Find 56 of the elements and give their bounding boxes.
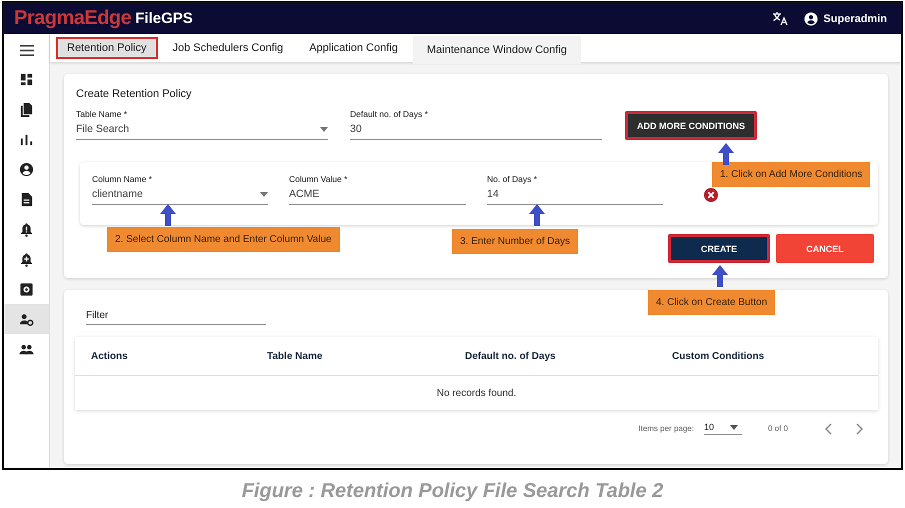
create-button[interactable]: CREATE bbox=[668, 234, 770, 263]
tab[interactable]: Retention Policy bbox=[56, 37, 158, 59]
input-field[interactable]: ACME bbox=[289, 186, 466, 205]
previous-page-icon[interactable] bbox=[824, 422, 832, 434]
form-title: Create Retention Policy bbox=[76, 88, 193, 100]
callout: 4. Click on Create Button bbox=[648, 290, 776, 315]
dashboard-icon bbox=[19, 72, 34, 86]
figure-caption: Figure : Retention Policy File Search Table 2 bbox=[242, 480, 664, 502]
select-field[interactable]: File Search bbox=[76, 121, 328, 140]
next-page-icon[interactable] bbox=[856, 422, 864, 434]
tab[interactable]: Maintenance Window Config bbox=[412, 36, 581, 64]
field-label: Table Name * bbox=[76, 109, 128, 119]
dropdown-caret-icon bbox=[730, 424, 738, 430]
filter-field[interactable]: Filter bbox=[86, 308, 266, 325]
brand-logo: PragmaEdge bbox=[14, 7, 132, 30]
column-header: Custom Conditions bbox=[672, 350, 766, 362]
empty-message: No records found. bbox=[436, 388, 516, 398]
callout: 3. Enter Number of Days bbox=[452, 229, 578, 254]
dropdown-caret-icon bbox=[260, 192, 268, 196]
remove-icon[interactable] bbox=[704, 188, 718, 202]
field-label: Column Value * bbox=[289, 174, 348, 184]
field-label: No. of Days * bbox=[487, 174, 538, 184]
select-field[interactable]: clientname bbox=[92, 186, 268, 205]
bell-plus-icon bbox=[19, 252, 34, 266]
account-icon bbox=[19, 162, 34, 176]
document-icon bbox=[19, 192, 34, 206]
menu-icon[interactable] bbox=[20, 44, 34, 56]
documents-icon bbox=[19, 102, 34, 116]
pointer-arrow bbox=[160, 204, 176, 226]
tab[interactable]: Job Schedulers Config bbox=[162, 37, 294, 59]
page-size-select[interactable]: 10 bbox=[704, 422, 742, 435]
pointer-arrow bbox=[718, 143, 734, 165]
field-label: Column Name * bbox=[92, 174, 153, 184]
items-per-page-label: Items per page: bbox=[638, 424, 694, 433]
input-field[interactable]: 14 bbox=[487, 186, 663, 205]
input-field[interactable]: 30 bbox=[350, 121, 602, 140]
sidebar-item[interactable] bbox=[4, 304, 49, 334]
page-range: 0 of 0 bbox=[768, 424, 788, 433]
user-name[interactable]: Superadmin bbox=[823, 12, 887, 24]
pointer-arrow bbox=[712, 265, 728, 287]
translate-icon[interactable] bbox=[772, 11, 788, 26]
add-button[interactable]: ADD MORE CONDITIONS bbox=[625, 111, 757, 140]
user-settings-icon bbox=[19, 312, 34, 326]
field-label: Default no. of Days * bbox=[350, 109, 429, 119]
column-header: Table Name bbox=[267, 350, 324, 362]
bell-alert-icon bbox=[19, 222, 34, 236]
column-header: Default no. of Days bbox=[465, 350, 557, 362]
callout: 1. Click on Add More Conditions bbox=[712, 162, 870, 187]
column-header: Actions bbox=[91, 350, 129, 362]
product-name: FileGPS bbox=[135, 10, 193, 27]
dropdown-caret-icon bbox=[320, 126, 328, 132]
account-icon[interactable] bbox=[804, 12, 818, 26]
cancel-button[interactable]: CANCEL bbox=[776, 234, 874, 263]
callout: 2. Select Column Name and Enter Column Value bbox=[107, 227, 340, 252]
tab[interactable]: Application Config bbox=[298, 37, 409, 59]
pointer-arrow bbox=[529, 204, 545, 226]
